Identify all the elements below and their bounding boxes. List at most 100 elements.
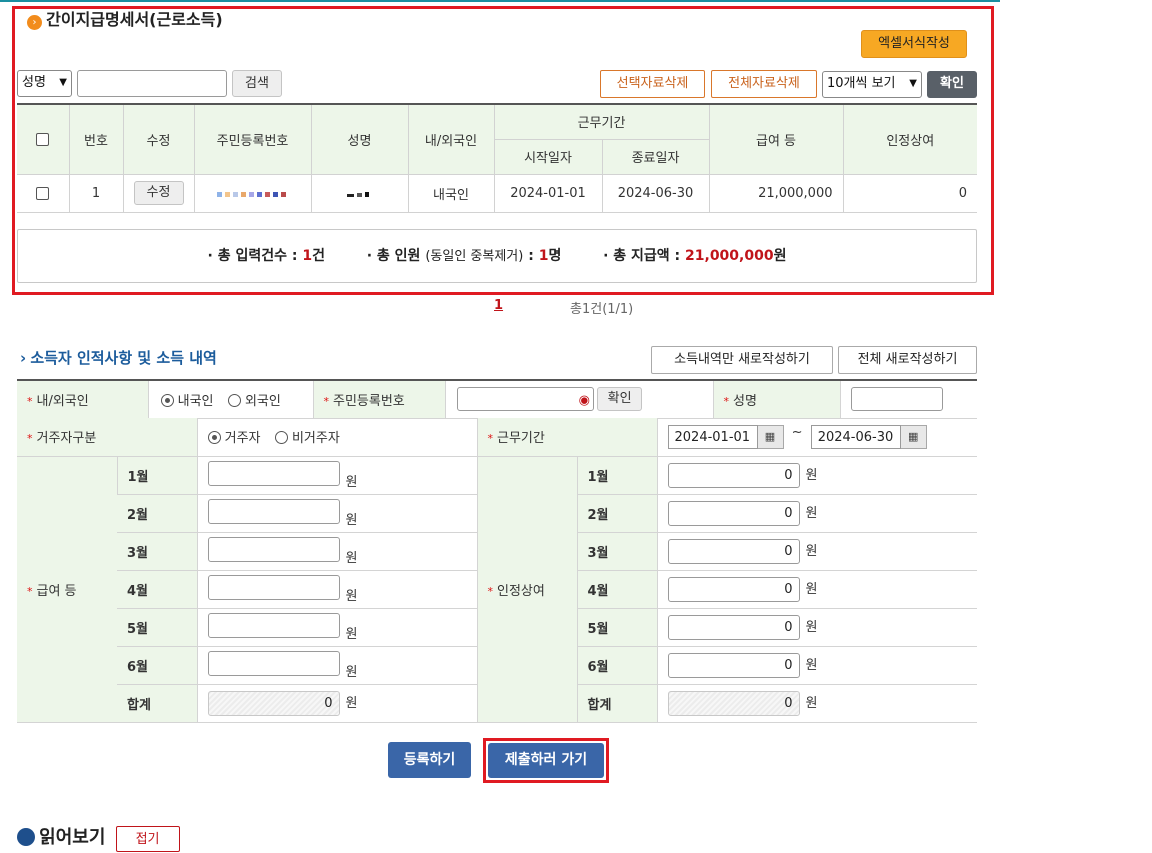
page-size-select[interactable]: 10개씩 보기 ▼	[822, 71, 922, 98]
row-nationality: 내국인	[407, 173, 495, 213]
bonus-month-4-label: 4월	[576, 570, 657, 609]
row-salary: 21,000,000	[708, 173, 844, 213]
delete-selected-button[interactable]: 선택자료삭제	[600, 70, 705, 98]
summary-total-entries-value: 1	[302, 248, 313, 264]
rewrite-income-button[interactable]: 소득내역만 새로작성하기	[651, 346, 833, 374]
summary-total-people-value: 1	[538, 248, 549, 264]
bonus-month-5-cell: 0원	[656, 608, 977, 647]
bonus-month-5-input[interactable]: 0	[667, 614, 800, 640]
currency-unit: 원	[345, 695, 358, 711]
select-all-checkbox[interactable]	[36, 132, 50, 146]
search-field-select[interactable]: 성명 ▼	[17, 70, 72, 97]
col-recognized-bonus: 인정상여	[842, 103, 977, 175]
work-period-separator: ~	[791, 424, 803, 440]
nationality-radio-domestic[interactable]	[160, 393, 174, 407]
summary-total-people: · 총 인원 (동일인 중복제거) : 1명	[367, 248, 566, 264]
table-row: 1 수정 내국인 2024-01-01 2024-06-30 21,000,00…	[17, 173, 977, 213]
row-edit-cell: 수정	[122, 173, 195, 213]
nationality-option-domestic: 내국인	[177, 393, 214, 409]
col-number: 번호	[68, 103, 124, 175]
currency-unit: 원	[805, 581, 818, 597]
rewrite-all-button[interactable]: 전체 새로작성하기	[838, 346, 977, 374]
nationality-radio-foreign[interactable]	[227, 393, 241, 407]
col-work-period: 근무기간	[493, 103, 710, 140]
bonus-month-4-input[interactable]: 0	[667, 576, 800, 602]
work-start-input[interactable]: 2024-01-01	[667, 424, 758, 449]
name-label-cell: * 성명	[712, 379, 840, 419]
work-end-input[interactable]: 2024-06-30	[810, 424, 901, 449]
salary-month-5-input[interactable]	[207, 612, 340, 638]
bonus-month-2-input[interactable]: 0	[667, 500, 800, 526]
salary-month-1-input[interactable]	[207, 460, 340, 486]
currency-unit: 원	[345, 664, 358, 680]
residency-radio-resident[interactable]	[207, 431, 221, 445]
footer-section-title: 읽어보기	[39, 827, 106, 848]
search-button[interactable]: 검색	[232, 70, 282, 97]
currency-unit: 원	[805, 619, 818, 635]
pager-page-1[interactable]: 1	[494, 298, 503, 313]
salary-total-cell: 0원	[196, 684, 477, 723]
salary-month-6-cell: 원	[196, 646, 477, 685]
submit-highlight: 제출하러 가기	[483, 738, 609, 783]
salary-month-1-label: 1월	[116, 456, 197, 495]
salary-month-4-input[interactable]	[207, 574, 340, 600]
currency-unit: 원	[805, 467, 818, 483]
row-name-masked	[310, 173, 409, 213]
col-end-date: 종료일자	[601, 139, 709, 175]
calendar-icon[interactable]: ▦	[900, 424, 927, 449]
info-circle-icon	[17, 828, 35, 846]
bonus-total-label: 합계	[576, 684, 657, 723]
bonus-month-2-label: 2월	[576, 494, 657, 533]
summary-total-people-note: (동일인 중복제거)	[425, 249, 524, 264]
page-size-confirm-button[interactable]: 확인	[927, 71, 977, 98]
bonus-label: 인정상여	[497, 583, 545, 599]
summary-total-paid-value: 21,000,000	[685, 248, 774, 264]
form-section-header: › 소득자 인적사항 및 소득 내역	[20, 348, 217, 370]
bonus-month-1-input[interactable]: 0	[667, 462, 800, 488]
col-resident-id: 주민등록번호	[193, 103, 312, 175]
resident-id-cell: ◉ 확인	[444, 379, 713, 419]
eye-icon[interactable]: ◉	[579, 393, 590, 408]
bonus-month-6-input[interactable]: 0	[667, 652, 800, 678]
salary-month-2-cell: 원	[196, 494, 477, 533]
summary-total-entries-unit: 건	[312, 248, 325, 264]
residency-radio-nonresident[interactable]	[274, 431, 288, 445]
row-edit-button[interactable]: 수정	[133, 181, 184, 205]
register-button[interactable]: 등록하기	[388, 742, 471, 778]
salary-total-input: 0	[207, 690, 340, 716]
currency-unit: 원	[345, 512, 358, 528]
calendar-icon[interactable]: ▦	[757, 424, 784, 449]
summary-box: · 총 입력건수 : 1건 · 총 인원 (동일인 중복제거) : 1명 · 총…	[17, 229, 977, 283]
row-number: 1	[68, 173, 124, 213]
resident-id-input[interactable]	[456, 387, 594, 412]
submit-button[interactable]: 제출하러 가기	[488, 743, 604, 778]
salary-month-6-label: 6월	[117, 646, 197, 685]
row-start-date: 2024-01-01	[493, 173, 603, 213]
name-input[interactable]	[850, 387, 943, 412]
bonus-month-3-input[interactable]: 0	[667, 538, 800, 564]
form-income-table: * 거주자구분 거주자 비거주자 * 근무기간 2024-01-01 ▦ ~ 2024…	[17, 418, 977, 723]
col-edit: 수정	[122, 103, 195, 175]
col-salary: 급여 등	[708, 103, 844, 175]
nationality-radios: 내국인 외국인	[147, 379, 313, 419]
bonus-month-1-cell: 0원	[656, 456, 977, 495]
salary-month-1-cell: 원	[196, 456, 477, 495]
resident-id-label-cell: * 주민등록번호	[312, 379, 445, 419]
row-checkbox[interactable]	[36, 186, 50, 200]
residency-label: 거주자구분	[36, 431, 97, 447]
salary-month-3-input[interactable]	[207, 536, 340, 562]
footer-section-header: 읽어보기 접기	[17, 826, 180, 852]
search-input[interactable]	[77, 70, 227, 97]
work-period-label: 근무기간	[497, 431, 545, 447]
bonus-total-cell: 0원	[656, 684, 977, 723]
salary-month-2-input[interactable]	[207, 498, 340, 524]
bonus-month-2-cell: 0원	[656, 494, 977, 533]
delete-all-button[interactable]: 전체자료삭제	[711, 70, 817, 98]
excel-form-button[interactable]: 엑셀서식작성	[861, 30, 967, 58]
resident-id-confirm-button[interactable]: 확인	[597, 387, 643, 412]
salary-label-cell: * 급여 등	[17, 456, 117, 723]
salary-month-6-input[interactable]	[207, 650, 340, 676]
bonus-month-1-label: 1월	[576, 456, 657, 495]
collapse-toggle-button[interactable]: 접기	[115, 826, 180, 852]
salary-month-2-label: 2월	[117, 494, 197, 533]
